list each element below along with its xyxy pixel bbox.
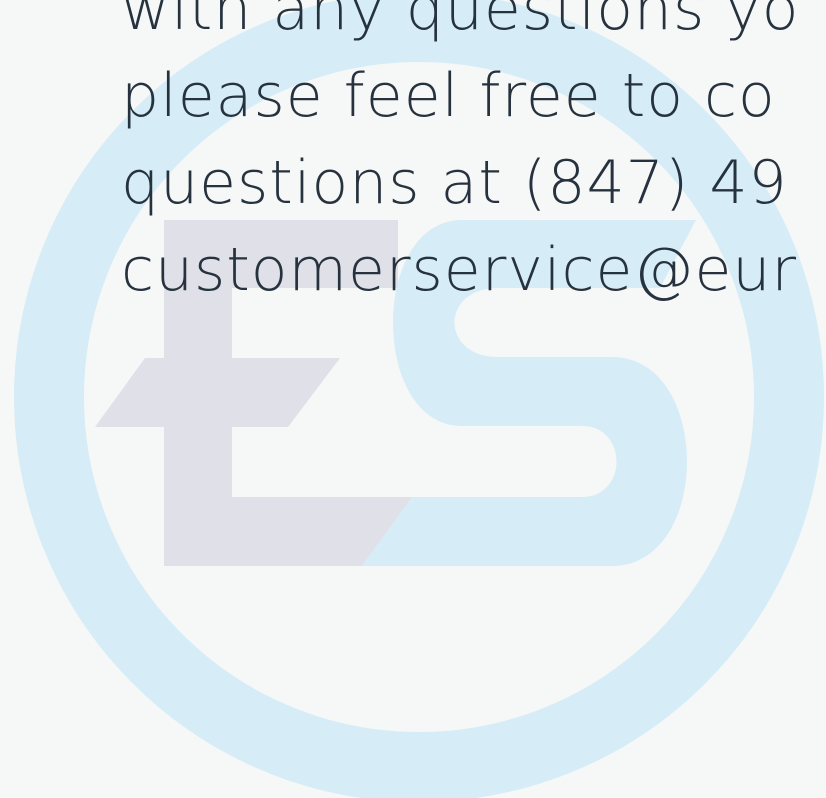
message-line-3: questions at (847) 49 [121,148,788,218]
message-line-1: with any questions yo [121,0,800,44]
page: with any questions yo please feel free t… [0,0,826,798]
contact-message: with any questions yo please feel free t… [121,0,826,314]
message-line-4: customerservice@eur [121,235,798,305]
message-line-2: please feel free to co [121,61,776,131]
